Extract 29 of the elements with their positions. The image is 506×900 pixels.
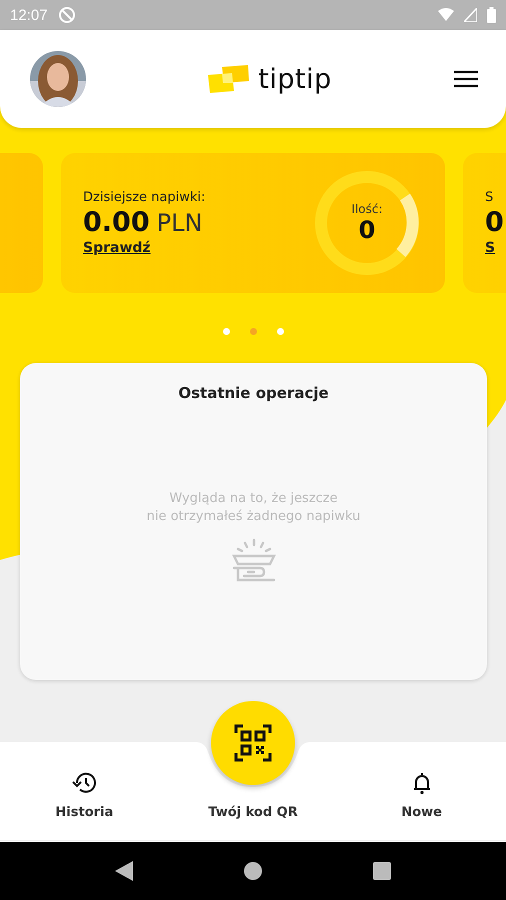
logo-text: tiptip — [258, 64, 332, 94]
check-link[interactable]: S — [485, 240, 496, 256]
amount: 0 — [485, 207, 504, 238]
count-label: Ilość: — [351, 202, 383, 216]
logo-icon — [208, 63, 250, 95]
check-link[interactable]: Sprawdź — [83, 240, 151, 256]
status-time: 12:07 — [10, 6, 48, 24]
history-icon — [71, 771, 98, 795]
currency: PLN — [156, 209, 202, 237]
card-label: S — [485, 190, 494, 205]
card-label: Dzisiejsze napiwki: — [83, 190, 206, 205]
tray-icon — [230, 538, 278, 584]
recents-icon[interactable] — [372, 862, 391, 880]
amount: 0.00 — [83, 207, 150, 238]
wifi-icon — [438, 8, 454, 22]
do-not-disturb-icon — [58, 6, 76, 24]
back-icon[interactable] — [115, 861, 134, 881]
nav-tab[interactable]: Nowe — [337, 770, 506, 840]
nav-tab[interactable]: Historia — [0, 770, 169, 840]
section-title: Ostatnie operacje — [178, 384, 329, 402]
qr-code-button[interactable] — [211, 701, 295, 785]
empty-message: Wygląda na to, że jeszcze nie otrzymałeś żadnego napiwku — [146, 490, 360, 526]
nav-tab[interactable]: Twój kod QR — [168, 804, 338, 840]
count-value: 0 — [358, 216, 376, 244]
signal-icon — [464, 8, 477, 22]
home-icon[interactable] — [244, 862, 262, 880]
qr-code-icon — [234, 724, 272, 762]
battery-icon — [487, 7, 496, 23]
menu-icon[interactable] — [454, 70, 478, 88]
